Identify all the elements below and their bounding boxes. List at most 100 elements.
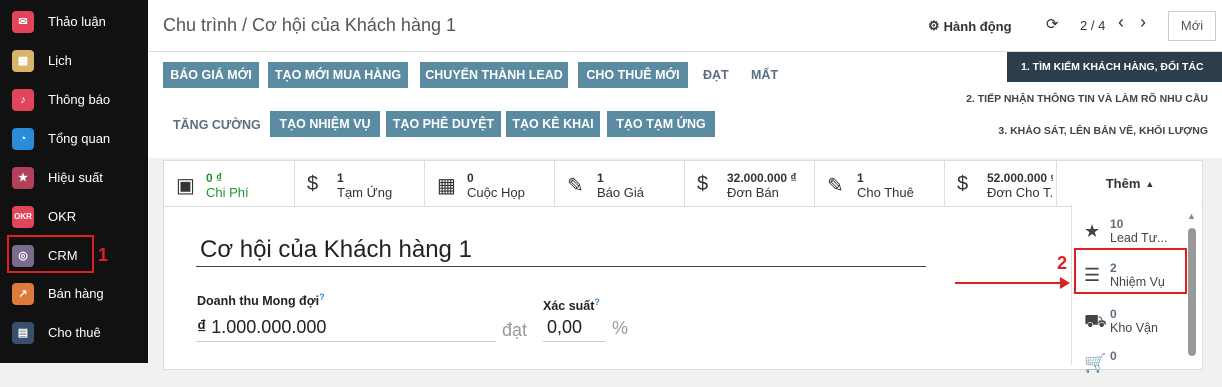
edit-icon: ✎ <box>567 175 584 197</box>
help-icon[interactable]: ? <box>319 292 325 302</box>
convert-lead-button[interactable]: CHUYỂN THÀNH LEAD <box>420 62 568 88</box>
at-label: đạt <box>502 320 528 340</box>
stage-active[interactable]: 1. TÌM KIẾM KHÁCH HÀNG, ĐỐI TÁC <box>1007 52 1222 82</box>
percent-label: % <box>612 318 629 338</box>
calendar-icon: ▦ <box>12 49 34 72</box>
app-sidebar: ✉ Thảo luận ▦ Lịch ♪ Thông báo ◔ Tổng quan ★ Hiệu… <box>0 0 148 363</box>
sidebar-item-label: OKR <box>48 209 77 224</box>
dropdown-item-logistics[interactable]: ⛟ 0 Kho Vận <box>1082 301 1182 345</box>
boost-button[interactable]: TĂNG CƯỜNG <box>173 118 261 132</box>
create-approval-button[interactable]: TẠO PHÊ DUYỆT <box>386 111 501 137</box>
opportunity-title[interactable]: Cơ hội của Khách hàng 1 <box>200 236 472 264</box>
gear-icon: ⚙ <box>928 18 940 33</box>
revenue-underline <box>196 341 496 342</box>
new-button[interactable]: Mới <box>1168 11 1216 41</box>
sidebar-item-label: Tổng quan <box>48 131 111 146</box>
sidebar-item-3[interactable]: ◔ Tổng quan <box>0 119 148 158</box>
chevron-right-icon[interactable]: › <box>1140 12 1146 33</box>
cart-icon: 🛒 <box>1084 353 1107 373</box>
revenue-label: Doanh thu Mong đợi? <box>197 292 325 308</box>
smart-num: 0 <box>467 171 474 185</box>
create-advance-button[interactable]: TẠO TẠM ỨNG <box>607 111 715 137</box>
smart-button-quote[interactable]: ✎ 1 Báo Giá <box>555 161 685 207</box>
smart-label: Đơn Cho T... <box>987 185 1053 200</box>
dropdown-num: 10 <box>1110 217 1124 231</box>
mark-won-button[interactable]: ĐẠT <box>703 68 729 82</box>
sidebar-item-label: Thảo luận <box>48 14 106 29</box>
okr-icon: OKR <box>12 205 34 228</box>
page-header: Chu trình / Cơ hội của Khách hàng 1 ⚙ Hà… <box>148 0 1222 52</box>
dropdown-item-cart[interactable]: 🛒 0 <box>1082 343 1182 387</box>
new-rental-button[interactable]: CHO THUÊ MỚI <box>578 62 688 88</box>
probability-label: Xác suất? <box>543 297 600 313</box>
action-button[interactable]: ⚙ Hành động <box>928 18 1012 34</box>
annotation-arrow-head <box>1060 277 1070 289</box>
smart-num: 32.000.000 ₫ <box>727 171 797 185</box>
sidebar-item-label: Thông báo <box>48 92 111 107</box>
crm-highlight-box <box>7 235 94 273</box>
star-icon: ★ <box>12 166 34 189</box>
control-panel: BÁO GIÁ MỚI TẠO MỚI MUA HÀNG CHUYỂN THÀN… <box>148 52 1222 158</box>
smart-button-expense[interactable]: ▣ 0 ₫ Chi Phí <box>164 161 295 207</box>
dollar-icon: $ <box>697 173 709 195</box>
stage-arrow-icon: ▸ <box>1216 57 1222 68</box>
sidebar-item-1[interactable]: ▦ Lịch <box>0 41 148 80</box>
probability-field[interactable]: 0,00 <box>547 317 582 338</box>
sidebar-item-label: Cho thuê <box>48 325 101 340</box>
smart-button-meeting[interactable]: ▦ 0 Cuộc Họp <box>425 161 555 207</box>
probability-underline <box>543 341 605 342</box>
smart-num: 1 <box>597 171 604 185</box>
chat-icon: ✉ <box>12 10 34 33</box>
sidebar-item-7[interactable]: ↗ Bán hàng <box>0 274 148 313</box>
sidebar-item-4[interactable]: ★ Hiệu suất <box>0 158 148 197</box>
sidebar-item-8[interactable]: ▤ Cho thuê <box>0 313 148 352</box>
smart-label: Tạm Ứng <box>337 185 393 200</box>
action-label: Hành động <box>943 18 1012 34</box>
dashboard-icon: ◔ <box>12 127 34 150</box>
star-icon: ★ <box>1084 221 1101 241</box>
stage-2[interactable]: 2. TIẾP NHẬN THÔNG TIN VÀ LÀM RÕ NHU CẦU <box>966 93 1208 105</box>
smart-label: Cho Thuê <box>857 185 914 200</box>
annotation-2: 2 <box>1057 253 1068 273</box>
dropdown-label: Kho Vận <box>1110 321 1158 335</box>
smart-button-rental[interactable]: ✎ 1 Cho Thuê <box>815 161 945 207</box>
annotation-1: 1 <box>98 245 109 265</box>
smart-button-sale-order[interactable]: $ 32.000.000 ₫ Đơn Bán <box>685 161 815 207</box>
new-quote-button[interactable]: BÁO GIÁ MỚI <box>163 62 259 88</box>
form-sheet: ▣ 0 ₫ Chi Phí $ 1 Tạm Ứng ▦ 0 Cuộc Họp ✎… <box>163 160 1203 370</box>
dollar-icon: $ <box>307 173 319 195</box>
help-icon[interactable]: ? <box>594 297 600 307</box>
pager-value[interactable]: 2 / 4 <box>1080 18 1105 33</box>
revenue-label-text: Doanh thu Mong đợi <box>197 294 320 309</box>
smart-num: 1 <box>857 171 864 185</box>
sidebar-item-label: Bán hàng <box>48 286 104 301</box>
scroll-up-arrow-icon[interactable]: ▲ <box>1187 211 1196 221</box>
more-button[interactable]: Thêm ▲ <box>1057 161 1203 207</box>
sidebar-item-5[interactable]: OKR OKR <box>0 197 148 236</box>
annotation-arrow <box>955 282 1065 284</box>
smart-button-rental-order[interactable]: $ 52.000.000 ₫ Đơn Cho T... <box>945 161 1057 207</box>
sidebar-item-label: Lịch <box>48 53 72 68</box>
probability-label-text: Xác suất <box>543 299 595 314</box>
calendar-icon: ▦ <box>437 175 456 197</box>
smart-label: Chi Phí <box>206 185 249 200</box>
dropdown-num: 0 <box>1110 349 1117 363</box>
create-task-button[interactable]: TẠO NHIỆM VỤ <box>270 111 380 137</box>
smart-button-advance[interactable]: $ 1 Tạm Ứng <box>295 161 425 207</box>
stage-3[interactable]: 3. KHẢO SÁT, LÊN BẢN VẼ, KHỐI LƯỢNG <box>998 125 1208 137</box>
revenue-field[interactable]: ₫ 1.000.000.000 <box>197 317 326 338</box>
sidebar-item-0[interactable]: ✉ Thảo luận <box>0 2 148 41</box>
dropdown-label: Lead Tư... <box>1110 231 1168 245</box>
breadcrumb[interactable]: Chu trình / Cơ hội của Khách hàng 1 <box>163 15 456 36</box>
mark-lost-button[interactable]: MẤT <box>751 68 778 82</box>
refresh-icon[interactable]: ⟳ <box>1046 15 1059 33</box>
sidebar-item-2[interactable]: ♪ Thông báo <box>0 80 148 119</box>
create-declaration-button[interactable]: TẠO KÊ KHAI <box>506 111 600 137</box>
bell-icon: ♪ <box>12 88 34 111</box>
dropdown-scrollbar[interactable] <box>1188 228 1196 356</box>
sales-chart-icon: ↗ <box>12 282 34 305</box>
chevron-left-icon[interactable]: ‹ <box>1118 12 1124 33</box>
title-underline <box>196 266 926 267</box>
new-purchase-button[interactable]: TẠO MỚI MUA HÀNG <box>268 62 408 88</box>
edit-icon: ✎ <box>827 175 844 197</box>
